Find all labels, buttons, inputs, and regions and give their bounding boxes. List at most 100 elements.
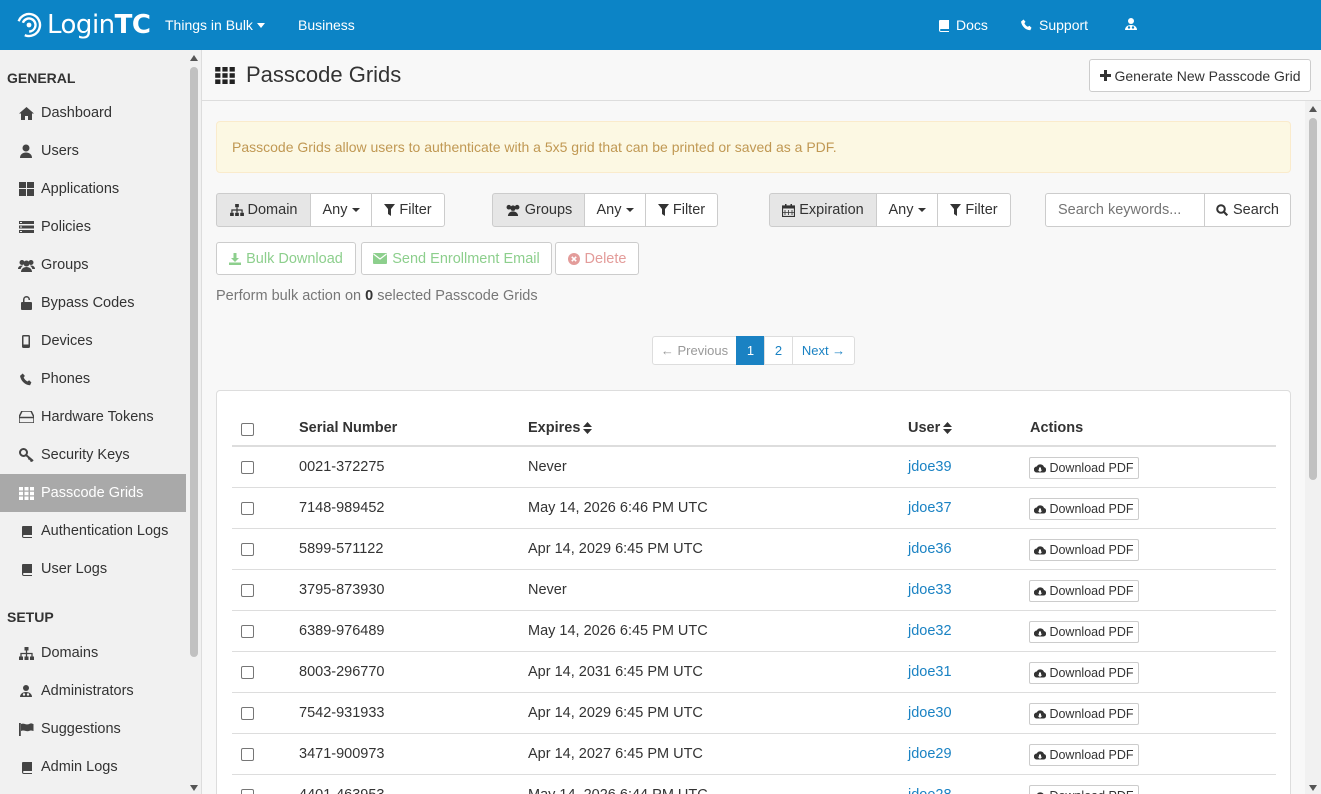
expires-cell: Never — [528, 459, 567, 475]
generate-label: Generate New Passcode Grid — [1114, 67, 1301, 84]
key-icon — [17, 447, 35, 463]
download-pdf-button[interactable]: Download PDF — [1029, 662, 1139, 684]
main-scroll-thumb[interactable] — [1309, 118, 1317, 480]
bulk-download-button[interactable]: Bulk Download — [216, 242, 356, 275]
sidebar-item-authentication-logs[interactable]: Authentication Logs — [0, 512, 186, 550]
serial-cell: 7148-989452 — [299, 500, 385, 516]
passcode-grids-table: Serial Number Expires User Actions 0021-… — [216, 390, 1291, 794]
download-pdf-button[interactable]: Download PDF — [1029, 744, 1139, 766]
row-checkbox[interactable] — [241, 461, 254, 474]
groups-filter-group: Groups Any Filter — [492, 193, 718, 227]
scroll-up-icon[interactable] — [1309, 106, 1317, 112]
sidebar-item-phones[interactable]: Phones — [0, 360, 186, 398]
download-pdf-button[interactable]: Download PDF — [1029, 785, 1139, 794]
sidebar-scroll-thumb[interactable] — [190, 67, 198, 657]
sidebar-item-policies[interactable]: Policies — [0, 208, 186, 246]
serial-cell: 7542-931933 — [299, 705, 385, 721]
sidebar-item-passcode-grids[interactable]: Passcode Grids — [0, 474, 186, 512]
download-pdf-label: Download PDF — [1049, 502, 1134, 516]
user-link[interactable]: jdoe32 — [908, 611, 952, 651]
previous-page-button[interactable]: ← Previous — [652, 336, 737, 365]
sidebar-item-bypass-codes[interactable]: Bypass Codes — [0, 284, 186, 322]
main-scrollbar[interactable] — [1305, 101, 1321, 794]
row-checkbox[interactable] — [241, 707, 254, 720]
filter-icon — [384, 204, 396, 216]
sitemap-icon — [229, 204, 244, 216]
account-menu[interactable] — [1125, 0, 1137, 50]
serial-cell: 4401-463953 — [299, 775, 384, 794]
page-1-button[interactable]: 1 — [736, 336, 765, 365]
column-header-serial[interactable]: Serial Number — [299, 420, 397, 436]
mobile-icon — [17, 333, 35, 349]
sidebar-item-domains[interactable]: Domains — [0, 634, 186, 672]
logintc-logo[interactable]: LoginTC — [16, 9, 151, 41]
user-link[interactable]: jdoe29 — [908, 734, 952, 774]
row-checkbox[interactable] — [241, 543, 254, 556]
generate-passcode-grid-button[interactable]: Generate New Passcode Grid — [1089, 59, 1311, 92]
column-header-expires[interactable]: Expires — [528, 420, 593, 436]
row-checkbox[interactable] — [241, 625, 254, 638]
user-link[interactable]: jdoe36 — [908, 529, 952, 569]
scroll-down-icon[interactable] — [1309, 785, 1317, 791]
download-pdf-button[interactable]: Download PDF — [1029, 580, 1139, 602]
expiration-filter-label: Expiration — [769, 193, 877, 227]
sidebar-item-hardware-tokens[interactable]: Hardware Tokens — [0, 398, 186, 436]
row-checkbox[interactable] — [241, 789, 254, 794]
sidebar-item-label: Security Keys — [41, 447, 130, 463]
next-page-button[interactable]: Next → — [792, 336, 855, 365]
search-button[interactable]: Search — [1204, 193, 1291, 227]
sidebar-item-devices[interactable]: Devices — [0, 322, 186, 360]
sidebar-item-groups[interactable]: Groups — [0, 246, 186, 284]
user-link[interactable]: jdoe31 — [908, 652, 952, 692]
cloud-download-icon — [1034, 586, 1047, 597]
expires-cell: Apr 14, 2029 6:45 PM UTC — [528, 705, 703, 721]
sidebar-scrollbar[interactable] — [186, 50, 201, 794]
row-checkbox[interactable] — [241, 584, 254, 597]
row-checkbox[interactable] — [241, 666, 254, 679]
sidebar-item-security-keys[interactable]: Security Keys — [0, 436, 186, 474]
expiration-filter-button[interactable]: Filter — [937, 193, 1011, 227]
download-pdf-button[interactable]: Download PDF — [1029, 457, 1139, 479]
sidebar-item-users[interactable]: Users — [0, 132, 186, 170]
phone-icon — [17, 371, 35, 387]
sidebar-item-label: Administrators — [41, 683, 134, 699]
sidebar-item-administrators[interactable]: Administrators — [0, 672, 186, 710]
download-pdf-button[interactable]: Download PDF — [1029, 621, 1139, 643]
column-header-user[interactable]: User — [908, 420, 953, 436]
sidebar-item-user-logs[interactable]: User Logs — [0, 550, 186, 588]
row-checkbox[interactable] — [241, 748, 254, 761]
scroll-down-icon[interactable] — [190, 785, 198, 791]
support-link[interactable]: Support — [1021, 0, 1088, 50]
user-link[interactable]: jdoe37 — [908, 488, 952, 528]
search-input[interactable] — [1045, 193, 1205, 227]
domain-filter-button[interactable]: Filter — [371, 193, 445, 227]
domain-any-dropdown[interactable]: Any — [310, 193, 372, 227]
org-dropdown[interactable]: Things in Bulk — [165, 0, 265, 50]
user-link[interactable]: jdoe28 — [908, 775, 952, 794]
expiration-any-dropdown[interactable]: Any — [876, 193, 938, 227]
groups-any-dropdown[interactable]: Any — [584, 193, 646, 227]
download-pdf-button[interactable]: Download PDF — [1029, 498, 1139, 520]
sort-icon — [943, 422, 953, 434]
user-link[interactable]: jdoe39 — [908, 447, 952, 487]
sidebar-item-admin-logs[interactable]: Admin Logs — [0, 748, 186, 786]
docs-link[interactable]: Docs — [937, 0, 988, 50]
business-link[interactable]: Business — [298, 0, 355, 50]
delete-button[interactable]: Delete — [555, 242, 639, 275]
groups-filter-button[interactable]: Filter — [645, 193, 718, 227]
scroll-up-icon[interactable] — [190, 55, 198, 61]
sidebar-item-label: Authentication Logs — [41, 523, 169, 539]
sidebar-item-applications[interactable]: Applications — [0, 170, 186, 208]
cloud-download-icon — [1034, 463, 1047, 474]
user-link[interactable]: jdoe30 — [908, 693, 952, 733]
user-link[interactable]: jdoe33 — [908, 570, 952, 610]
filter-icon — [950, 204, 962, 216]
page-2-button[interactable]: 2 — [764, 336, 793, 365]
sidebar-item-dashboard[interactable]: Dashboard — [0, 94, 186, 132]
send-enrollment-email-button[interactable]: Send Enrollment Email — [361, 242, 552, 275]
select-all-checkbox[interactable] — [241, 423, 254, 436]
download-pdf-button[interactable]: Download PDF — [1029, 703, 1139, 725]
row-checkbox[interactable] — [241, 502, 254, 515]
sidebar-item-suggestions[interactable]: Suggestions — [0, 710, 186, 748]
download-pdf-button[interactable]: Download PDF — [1029, 539, 1139, 561]
